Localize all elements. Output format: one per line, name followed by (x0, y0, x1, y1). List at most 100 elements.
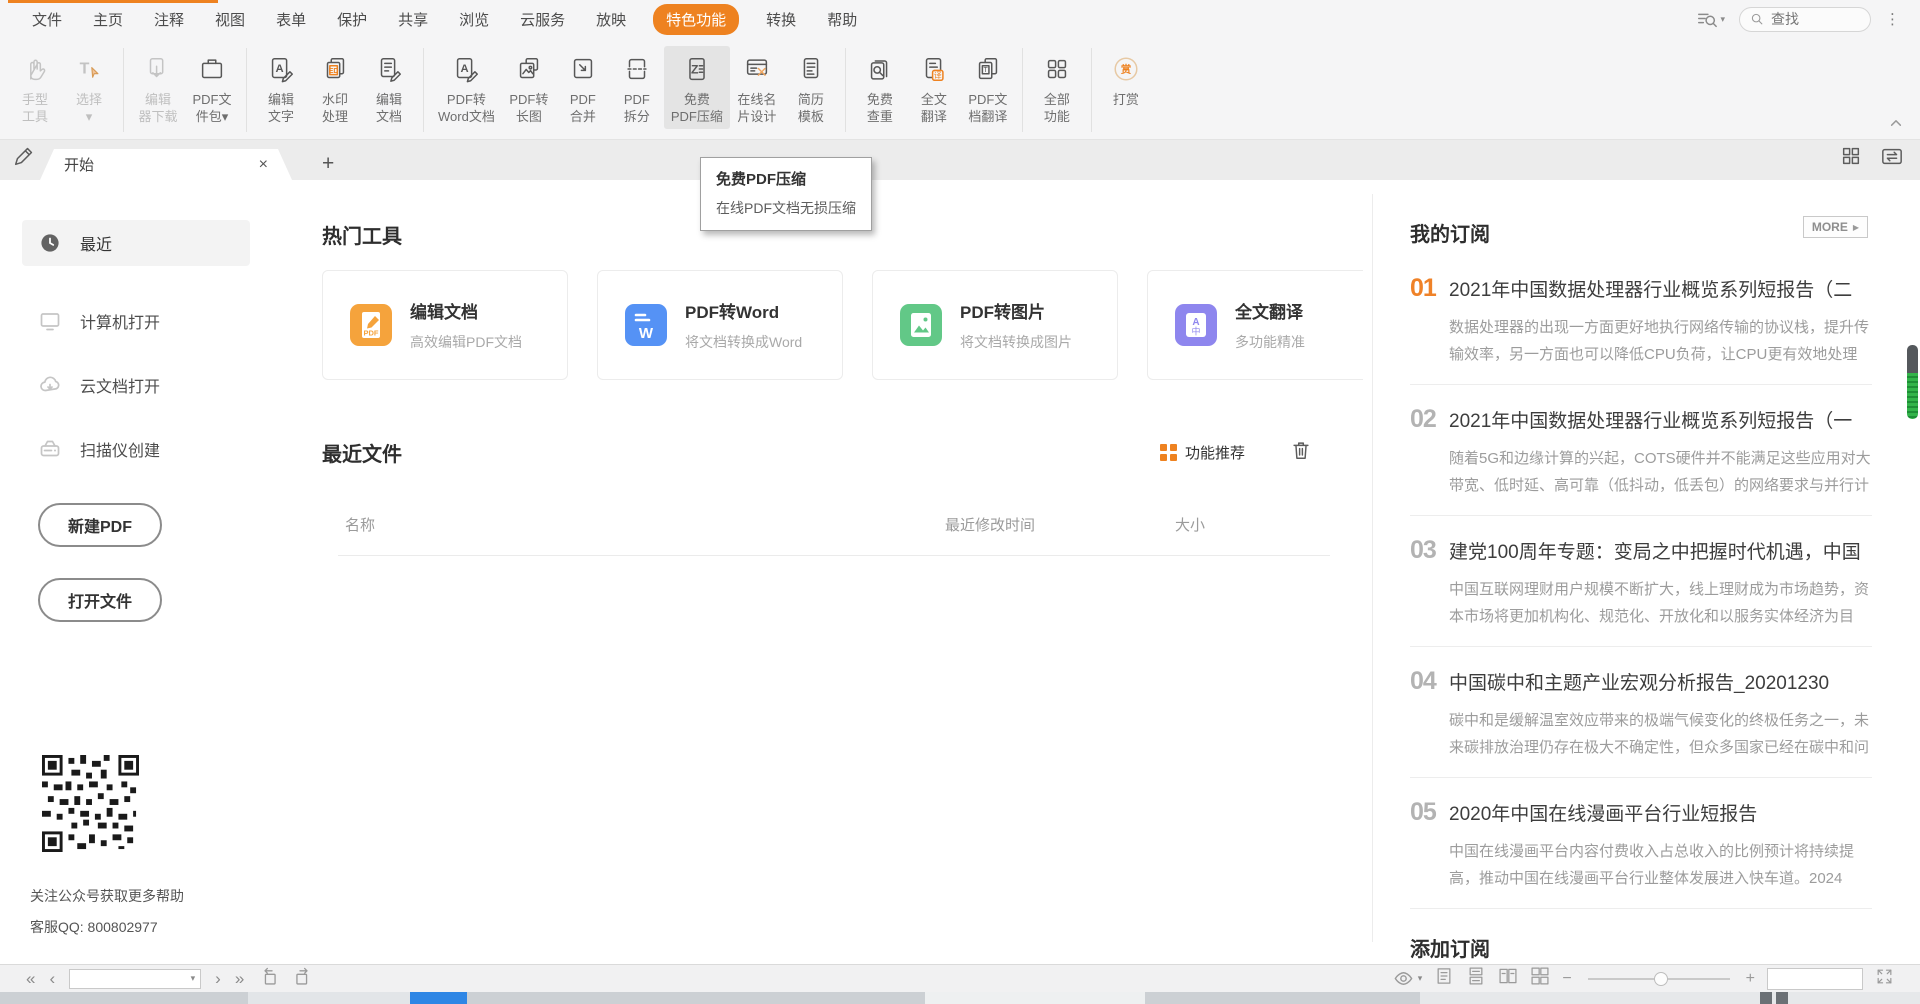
menu-item-share[interactable]: 共享 (398, 9, 428, 30)
search-box[interactable] (1739, 7, 1871, 32)
overflow-menu-icon[interactable]: ⋮ (1885, 10, 1900, 28)
chevron-down-icon[interactable]: ▾ (191, 973, 201, 984)
toolbar-button-full-text-translate[interactable]: 译 全文翻译 (907, 46, 961, 129)
svg-text:译: 译 (934, 71, 942, 80)
toolbar-button-hand-tool[interactable]: 手型工具 (8, 46, 62, 129)
toolbar-button-pdf-package[interactable]: PDF文件包▾ (185, 46, 239, 129)
menu-item-featured-active[interactable]: 特色功能 (653, 4, 739, 35)
pdf-compress-icon: Z (682, 49, 712, 89)
toolbar-button-editor-download[interactable]: 编辑器下载 (131, 46, 185, 129)
computer-icon (38, 309, 62, 333)
menu-item-protect[interactable]: 保护 (337, 9, 367, 30)
menu-item-file[interactable]: 文件 (32, 9, 62, 30)
page-number-input[interactable] (70, 971, 190, 986)
single-page-view-button[interactable] (1434, 966, 1454, 991)
sidebar-item-open-cloud-doc[interactable]: 云文档打开 (22, 362, 250, 408)
all-features-icon (1042, 49, 1072, 89)
clear-recent-button[interactable] (1290, 439, 1312, 466)
menu-item-form[interactable]: 表单 (276, 9, 306, 30)
tab-start[interactable]: 开始 × (40, 149, 292, 180)
scrollbar-thumb[interactable] (1907, 345, 1918, 419)
menu-bar: 文件 主页 注释 视图 表单 保护 共享 浏览 云服务 放映 特色功能 转换 帮… (0, 0, 1920, 38)
zoom-slider[interactable] (1588, 978, 1730, 980)
full-translate-icon: 译 (919, 49, 949, 89)
prev-page-button[interactable]: ‹ (49, 970, 55, 987)
toolbar-button-all-features[interactable]: 全部功能 (1030, 46, 1084, 129)
taskbar-segment (1760, 992, 1772, 1004)
panel-toggle-icon[interactable] (1880, 145, 1904, 172)
zoom-in-button[interactable]: + (1746, 970, 1755, 988)
toolbar-button-edit-text[interactable]: A 编辑文字 (254, 46, 308, 129)
subscription-article[interactable]: 02 2021年中国数据处理器行业概览系列短报告（一 随着5G和边缘计算的兴起，… (1410, 385, 1872, 516)
toolbar-button-pdf-split[interactable]: PDF拆分 (610, 46, 664, 129)
menu-item-help[interactable]: 帮助 (827, 9, 857, 30)
svg-text:T: T (983, 67, 988, 74)
new-pdf-button[interactable]: 新建PDF (38, 503, 162, 547)
open-file-button[interactable]: 打开文件 (38, 578, 162, 622)
continuous-view-button[interactable] (1466, 966, 1486, 991)
zoom-level-box[interactable] (1767, 968, 1863, 990)
menu-item-presentation[interactable]: 放映 (596, 9, 626, 30)
menu-item-browse[interactable]: 浏览 (459, 9, 489, 30)
thumbnail-grid-icon[interactable] (1840, 145, 1862, 172)
column-header-modified-time[interactable]: 最近修改时间 (945, 514, 1035, 535)
advanced-search-button[interactable]: ▾ (1696, 8, 1725, 30)
sidebar-item-open-from-computer[interactable]: 计算机打开 (22, 298, 250, 344)
toolbar-button-pdf-doc-translate[interactable]: T PDF文档翻译 (961, 46, 1015, 129)
last-page-button[interactable]: » (235, 970, 244, 987)
subscription-article[interactable]: 01 2021年中国数据处理器行业概览系列短报告（二 数据处理器的出现一方面更好… (1410, 254, 1872, 385)
more-button[interactable]: MORE ▶ (1803, 216, 1868, 238)
menu-item-comment[interactable]: 注释 (154, 9, 184, 30)
toolbar-button-plagiarism-check[interactable]: 免费查重 (853, 46, 907, 129)
add-subscription-title[interactable]: 添加订阅 (1410, 933, 1872, 962)
feature-recommend-toggle[interactable]: 功能推荐 (1160, 442, 1245, 463)
tab-close-icon[interactable]: × (259, 156, 268, 174)
qr-caption: 关注公众号获取更多帮助 (30, 886, 184, 906)
menu-item-view[interactable]: 视图 (215, 9, 245, 30)
zoom-out-button[interactable]: − (1562, 970, 1571, 988)
toolbar-separator (246, 48, 247, 132)
collapse-toolbar-button[interactable] (1888, 116, 1904, 135)
toolbar-button-business-card-design[interactable]: 在线名片设计 (730, 46, 784, 129)
search-input[interactable] (1771, 11, 1851, 27)
menu-item-convert[interactable]: 转换 (766, 9, 796, 30)
view-mode-button[interactable]: ▾ (1392, 967, 1423, 990)
column-header-size[interactable]: 大小 (1175, 514, 1205, 535)
zoom-slider-thumb[interactable] (1654, 972, 1668, 986)
toolbar-button-pdf-merge[interactable]: PDF合并 (556, 46, 610, 129)
sidebar-item-recent[interactable]: 最近 (22, 220, 250, 266)
facing-continuous-view-button[interactable] (1530, 966, 1550, 991)
card-pdf-to-word[interactable]: W PDF转Word 将文档转换成Word (597, 270, 843, 380)
toolbar-button-select[interactable]: T 选择▾ (62, 46, 116, 129)
annotate-pencil-icon[interactable] (10, 142, 38, 175)
new-tab-button[interactable]: + (322, 154, 334, 174)
toolbar-button-reward[interactable]: 赏 打赏 (1099, 46, 1153, 112)
main-panel: 热门工具 PDF 编辑文档 高效编辑PDF文档 W PD (322, 180, 1363, 964)
rotate-left-button[interactable] (258, 966, 279, 992)
card-full-text-translate[interactable]: A中 全文翻译 多功能精准 (1147, 270, 1363, 380)
toolbar-button-free-pdf-compress[interactable]: Z 免费PDF压缩 (664, 46, 730, 129)
column-header-name[interactable]: 名称 (345, 514, 375, 535)
facing-view-button[interactable] (1498, 966, 1518, 991)
menu-item-home[interactable]: 主页 (93, 9, 123, 30)
toolbar-separator (1022, 48, 1023, 132)
subscription-article[interactable]: 05 2020年中国在线漫画平台行业短报告 中国在线漫画平台内容付费收入占总收入… (1410, 778, 1872, 909)
card-edit-document[interactable]: PDF 编辑文档 高效编辑PDF文档 (322, 270, 568, 380)
page-number-box[interactable]: ▾ (69, 969, 201, 989)
toolbar-button-edit-document[interactable]: 编辑文档 (362, 46, 416, 129)
subscription-article[interactable]: 03 建党100周年专题：变局之中把握时代机遇，中国 中国互联网理财用户规模不断… (1410, 516, 1872, 647)
next-page-button[interactable]: › (215, 970, 221, 987)
first-page-button[interactable]: « (26, 970, 35, 987)
sidebar-item-create-from-scanner[interactable]: 扫描仪创建 (22, 426, 250, 472)
fullscreen-button[interactable] (1875, 967, 1894, 991)
toolbar-button-resume-template[interactable]: 简历模板 (784, 46, 838, 129)
menu-item-cloud-service[interactable]: 云服务 (520, 9, 565, 30)
zoom-level-input[interactable] (1768, 969, 1862, 989)
toolbar-button-watermark[interactable]: ED 水印处理 (308, 46, 362, 129)
toolbar-button-pdf-to-long-image[interactable]: PDF转长图 (502, 46, 556, 129)
rotate-right-button[interactable] (293, 966, 314, 992)
card-pdf-to-image[interactable]: PDF转图片 将文档转换成图片 (872, 270, 1118, 380)
toolbar-button-pdf-to-word[interactable]: A PDF转Word文档 (431, 46, 502, 129)
panel-divider (1372, 194, 1373, 942)
subscription-article[interactable]: 04 中国碳中和主题产业宏观分析报告_20201230 碳中和是缓解温室效应带来… (1410, 647, 1872, 778)
